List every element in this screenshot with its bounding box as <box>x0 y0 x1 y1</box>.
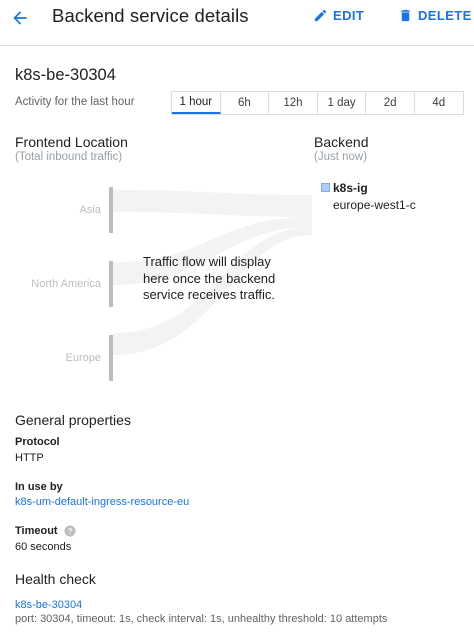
trash-icon <box>401 9 410 22</box>
pencil-icon <box>314 9 327 22</box>
delete-button[interactable]: DELETE <box>398 8 472 23</box>
time-tab-1-day[interactable]: 1 day <box>318 92 367 114</box>
backend-title: Backend <box>314 134 369 150</box>
traffic-placeholder-message: Traffic flow will display here once the … <box>143 254 276 302</box>
timeout-value: 60 seconds <box>15 541 72 553</box>
resource-name: k8s-be-30304 <box>15 66 116 84</box>
help-icon[interactable] <box>64 525 76 537</box>
health-check-title: Health check <box>15 571 96 587</box>
instance-group-zone: europe-west1-c <box>333 198 416 212</box>
protocol-label: Protocol <box>15 436 60 448</box>
health-check-link[interactable]: k8s-be-30304 <box>15 599 82 611</box>
edit-button[interactable]: EDIT <box>313 8 364 23</box>
time-tab-1-hour[interactable]: 1 hour <box>172 92 221 114</box>
region-label-north-america: North America <box>31 278 101 290</box>
instance-group-icon <box>321 183 330 192</box>
top-bar: Backend service details EDIT DELETE <box>0 0 474 46</box>
frontend-location-title: Frontend Location <box>15 134 128 150</box>
backend-subtitle: (Just now) <box>314 151 368 163</box>
time-tab-12h[interactable]: 12h <box>269 92 318 114</box>
timeout-label: Timeout <box>15 525 76 537</box>
frontend-location-subtitle: (Total inbound traffic) <box>15 151 123 163</box>
region-bar-north-america <box>109 261 113 307</box>
region-bar-europe <box>109 335 113 381</box>
page-title: Backend service details <box>52 5 249 26</box>
region-bar-asia <box>109 187 113 233</box>
backend-instance-group[interactable]: k8s-ig europe-west1-c <box>312 176 474 228</box>
edit-label: EDIT <box>333 8 365 23</box>
region-label-europe: Europe <box>65 352 101 364</box>
health-check-details: port: 30304, timeout: 1s, check interval… <box>15 613 388 625</box>
time-range-tabs: 1 hour 6h 12h 1 day 2d 4d <box>171 91 464 115</box>
delete-label: DELETE <box>418 8 472 23</box>
time-tab-4d[interactable]: 4d <box>415 92 464 114</box>
instance-group-name: k8s-ig <box>333 181 368 195</box>
time-tab-2d[interactable]: 2d <box>366 92 415 114</box>
general-properties-title: General properties <box>15 412 131 428</box>
protocol-value: HTTP <box>15 452 44 464</box>
time-tab-6h[interactable]: 6h <box>221 92 270 114</box>
in-use-by-link[interactable]: k8s-um-default-ingress-resource-eu <box>15 496 189 508</box>
in-use-by-label: In use by <box>15 481 63 493</box>
back-arrow-icon[interactable] <box>8 6 32 30</box>
activity-label: Activity for the last hour <box>15 96 135 108</box>
region-label-asia: Asia <box>79 204 101 216</box>
